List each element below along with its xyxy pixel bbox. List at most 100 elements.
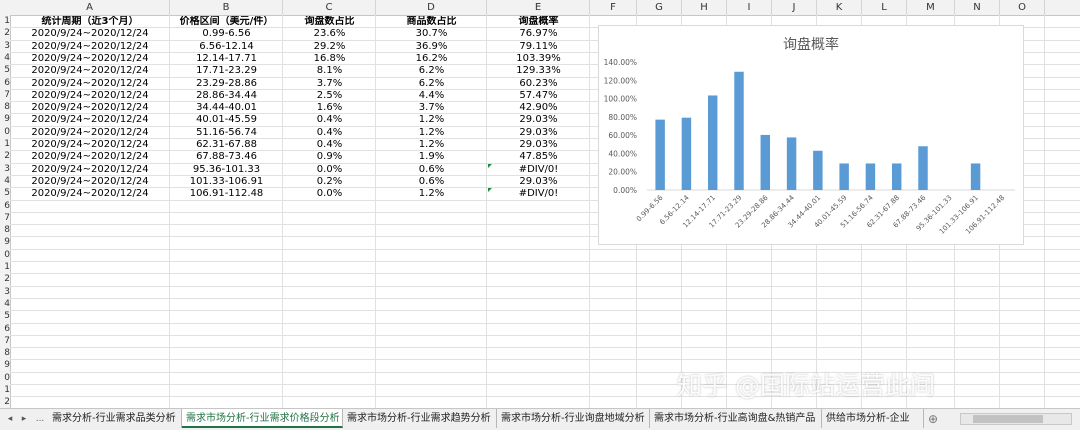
bar[interactable] [707,95,718,190]
row-header[interactable]: 6 [0,200,10,212]
sheet-tab[interactable]: 需求市场分析-行业需求趋势分析 [343,409,497,428]
table-cell[interactable]: 2020/9/24~2020/12/24 [10,188,170,200]
table-cell[interactable]: 2.5% [283,90,376,102]
table-cell[interactable]: 0.6% [376,176,487,188]
row-header[interactable]: 9 [0,359,10,371]
table-cell[interactable]: 29.2% [283,41,376,53]
table-cell[interactable]: 62.31-67.88 [170,139,283,151]
bar[interactable] [760,134,771,190]
row-header[interactable]: 8 [0,347,10,359]
table-cell[interactable]: 0.6% [376,164,487,176]
row-header[interactable]: 3 [0,40,10,52]
row-header[interactable]: 5 [0,310,10,322]
tab-scroll-left-button[interactable]: ◂ [4,412,16,426]
column-header-N[interactable]: N [955,0,1000,15]
table-cell[interactable]: 16.8% [283,53,376,65]
row-header[interactable]: 1 [0,261,10,273]
table-cell[interactable]: 129.33% [487,65,590,77]
table-cell[interactable]: 16.2% [376,53,487,65]
column-header-F[interactable]: F [590,0,637,15]
table-cell[interactable]: 2020/9/24~2020/12/24 [10,151,170,163]
table-cell[interactable]: 3.7% [283,78,376,90]
row-header[interactable]: 0 [0,126,10,138]
column-header-D[interactable]: D [376,0,487,15]
table-cell[interactable]: 0.2% [283,176,376,188]
row-header[interactable]: 1 [0,15,10,27]
table-header-cell[interactable]: 询盘数占比 [283,16,376,28]
table-cell[interactable]: 3.7% [376,102,487,114]
bar[interactable] [681,117,692,190]
table-cell[interactable]: 2020/9/24~2020/12/24 [10,139,170,151]
bar[interactable] [839,163,849,190]
table-header-cell[interactable]: 商品数占比 [376,16,487,28]
row-header[interactable]: 2 [0,27,10,39]
sheet-tab[interactable]: 需求分析-行业需求品类分析 [48,409,182,428]
row-header[interactable]: 7 [0,212,10,224]
row-header[interactable]: 1 [0,384,10,396]
column-header-B[interactable]: B [170,0,283,15]
sheet-tab[interactable]: 需求市场分析-行业高询盘&热销产品 [650,409,822,428]
more-tabs-button[interactable]: ... [32,412,48,426]
row-header[interactable]: 4 [0,52,10,64]
table-cell[interactable]: 23.29-28.86 [170,78,283,90]
table-cell[interactable]: 0.0% [283,164,376,176]
column-header-E[interactable]: E [487,0,590,15]
row-header[interactable]: 0 [0,249,10,261]
bar[interactable] [918,146,928,190]
table-cell[interactable]: 51.16-56.74 [170,127,283,139]
table-cell[interactable]: 4.4% [376,90,487,102]
table-cell[interactable]: 29.03% [487,176,590,188]
bar[interactable] [865,163,876,190]
error-indicator-icon[interactable] [488,163,492,168]
row-header[interactable]: 9 [0,113,10,125]
table-cell[interactable]: 47.85% [487,151,590,163]
row-header[interactable]: 5 [0,64,10,76]
row-header[interactable]: 4 [0,175,10,187]
table-cell[interactable]: 36.9% [376,41,487,53]
row-header[interactable]: 3 [0,163,10,175]
table-cell[interactable]: 6.56-12.14 [170,41,283,53]
column-header-A[interactable]: A [10,0,170,15]
row-header[interactable]: 5 [0,187,10,199]
table-cell[interactable]: 34.44-40.01 [170,102,283,114]
table-cell[interactable]: 1.2% [376,188,487,200]
row-header[interactable]: 7 [0,335,10,347]
table-cell[interactable]: 8.1% [283,65,376,77]
table-cell[interactable]: 2020/9/24~2020/12/24 [10,65,170,77]
table-cell[interactable]: 1.6% [283,102,376,114]
column-header-G[interactable]: G [637,0,682,15]
table-cell[interactable]: 0.4% [283,127,376,139]
sheet-tab[interactable]: 供给市场分析-企业 [822,409,924,428]
table-cell[interactable]: 2020/9/24~2020/12/24 [10,176,170,188]
column-header-L[interactable]: L [862,0,907,15]
bar[interactable] [786,137,797,190]
table-cell[interactable]: 103.39% [487,53,590,65]
table-cell[interactable]: 30.7% [376,28,487,40]
column-header-I[interactable]: I [727,0,772,15]
table-cell[interactable]: 2020/9/24~2020/12/24 [10,127,170,139]
table-cell[interactable]: 0.9% [283,151,376,163]
table-cell[interactable]: 2020/9/24~2020/12/24 [10,78,170,90]
table-cell[interactable]: 76.97% [487,28,590,40]
table-cell[interactable]: 106.91-112.48 [170,188,283,200]
horizontal-scrollbar[interactable] [960,413,1072,425]
table-header-cell[interactable]: 询盘概率 [487,16,590,28]
row-header[interactable]: 1 [0,138,10,150]
bar-chart[interactable]: 询盘概率 0.00% 20.00% 40.00% 60.00% 80.00% 100.00… [598,25,1024,245]
table-cell[interactable]: 2020/9/24~2020/12/24 [10,90,170,102]
tab-scroll-right-button[interactable]: ▸ [18,412,30,426]
table-cell[interactable]: 28.86-34.44 [170,90,283,102]
bar[interactable] [734,71,744,190]
row-header[interactable]: 2 [0,273,10,285]
column-header-K[interactable]: K [817,0,862,15]
table-cell[interactable]: 0.4% [283,139,376,151]
row-header[interactable]: 0 [0,372,10,384]
sheet-tab[interactable]: 需求市场分析-行业需求价格段分析 [182,409,343,428]
table-cell[interactable]: 95.36-101.33 [170,164,283,176]
error-indicator-icon[interactable] [488,188,492,193]
table-cell[interactable]: 6.2% [376,65,487,77]
table-cell[interactable]: 2020/9/24~2020/12/24 [10,53,170,65]
row-header[interactable]: 6 [0,77,10,89]
table-cell[interactable]: 29.03% [487,114,590,126]
spreadsheet-grid[interactable]: ABCDEFGHIJKLMNO 123456789012345678901234… [0,0,1080,408]
